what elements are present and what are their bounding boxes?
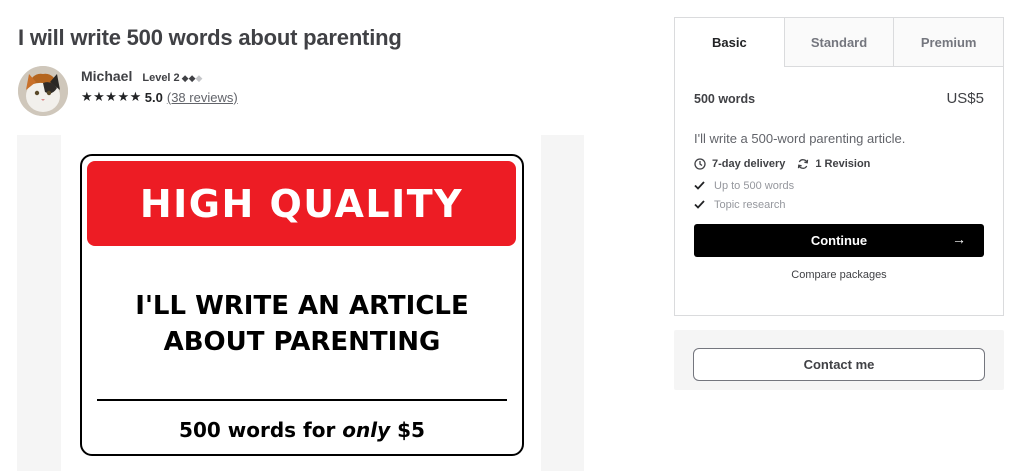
price-suffix: $5 bbox=[390, 418, 425, 442]
price-emphasis: only bbox=[342, 418, 391, 442]
banner-text: HIGH QUALITY bbox=[139, 181, 464, 226]
feature-item: Up to 500 words bbox=[694, 176, 984, 195]
tab-standard[interactable]: Standard bbox=[783, 18, 894, 66]
feature-label: Up to 500 words bbox=[714, 179, 795, 192]
gallery-image: HIGH QUALITY I'LL WRITE AN ARTICLE ABOUT… bbox=[61, 135, 541, 471]
package-price: US$5 bbox=[946, 90, 984, 107]
feature-list: Up to 500 words Topic research bbox=[694, 176, 984, 214]
revisions-label: 1 Revision bbox=[815, 158, 871, 170]
feature-label: Topic research bbox=[714, 198, 786, 211]
quality-banner: HIGH QUALITY bbox=[87, 161, 516, 246]
seller-level-badge: Level 2 bbox=[142, 72, 180, 84]
delivery-time: 7-day delivery bbox=[694, 158, 785, 170]
tab-basic[interactable]: Basic bbox=[675, 18, 784, 67]
contact-panel: Contact me bbox=[674, 330, 1004, 390]
revisions: 1 Revision bbox=[797, 158, 870, 170]
reviews-link[interactable]: (38 reviews) bbox=[167, 90, 238, 105]
packages-panel: Basic Standard Premium 500 words US$5 I'… bbox=[674, 17, 1004, 316]
seller-avatar[interactable] bbox=[18, 66, 68, 116]
seller-overview: Michael Level 2 ◆◆◆ ★★★★★ 5.0 (38 review… bbox=[18, 66, 238, 116]
level-diamonds-icon: ◆◆◆ bbox=[181, 73, 203, 83]
gig-cover-card: HIGH QUALITY I'LL WRITE AN ARTICLE ABOUT… bbox=[80, 154, 524, 456]
gig-title: I will write 500 words about parenting bbox=[18, 25, 402, 50]
checkmark-icon bbox=[694, 200, 705, 209]
rating-stars-icon: ★★★★★ bbox=[81, 89, 142, 104]
arrow-right-icon: → bbox=[952, 231, 966, 247]
package-tabs: Basic Standard Premium bbox=[675, 18, 1004, 67]
cover-price-line: 500 words for only $5 bbox=[82, 418, 522, 442]
rating-value: 5.0 bbox=[144, 89, 163, 105]
contact-me-button[interactable]: Contact me bbox=[693, 348, 985, 381]
headline-line-1: I'LL WRITE AN ARTICLE bbox=[135, 291, 469, 321]
clock-icon bbox=[694, 158, 706, 170]
delivery-label: 7-day delivery bbox=[712, 158, 786, 170]
divider bbox=[97, 399, 507, 401]
tab-premium[interactable]: Premium bbox=[893, 18, 1004, 66]
gig-gallery[interactable]: HIGH QUALITY I'LL WRITE AN ARTICLE ABOUT… bbox=[17, 135, 584, 471]
checkmark-icon bbox=[694, 181, 705, 190]
continue-button[interactable]: Continue → bbox=[694, 224, 984, 257]
seller-name[interactable]: Michael bbox=[81, 68, 132, 84]
package-name: 500 words bbox=[694, 91, 756, 106]
headline-line-2: ABOUT PARENTING bbox=[163, 327, 441, 357]
package-description: I'll write a 500-word parenting article. bbox=[694, 131, 906, 146]
feature-item: Topic research bbox=[694, 195, 984, 214]
compare-packages-link[interactable]: Compare packages bbox=[694, 269, 984, 281]
refresh-icon bbox=[798, 159, 809, 169]
cover-headline: I'LL WRITE AN ARTICLE ABOUT PARENTING bbox=[82, 288, 522, 360]
cat-avatar-image bbox=[18, 66, 68, 116]
continue-label: Continue bbox=[810, 233, 868, 248]
price-prefix: 500 words for bbox=[179, 418, 343, 442]
